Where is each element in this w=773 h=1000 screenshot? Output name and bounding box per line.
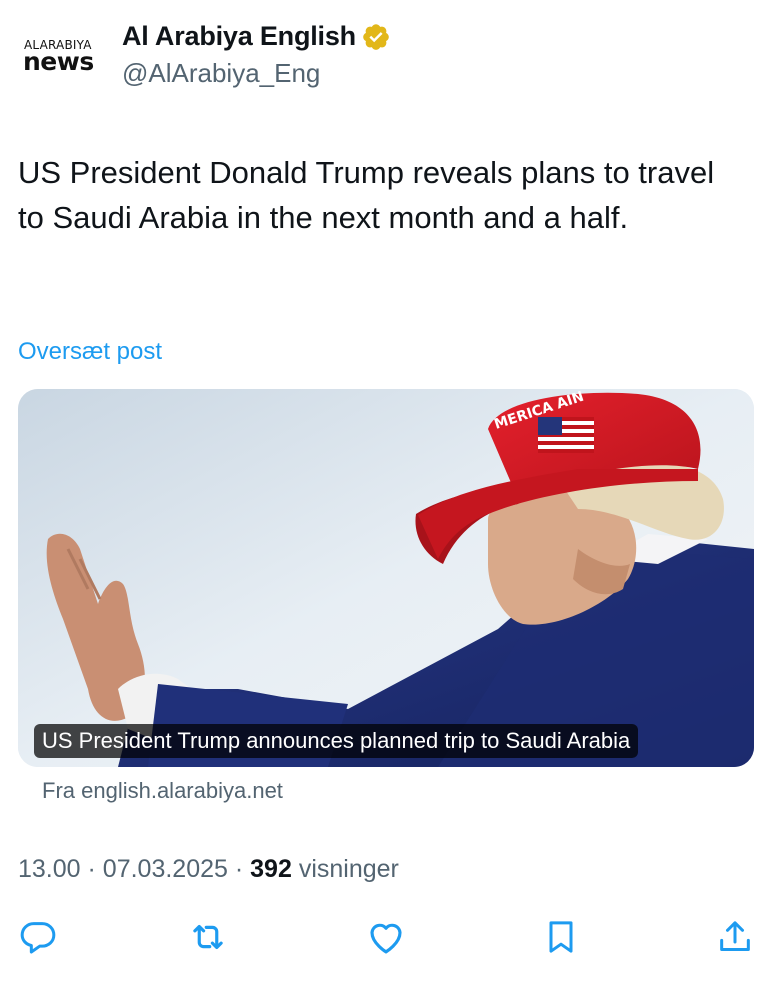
author-name-row: Al Arabiya English [122,21,391,52]
repost-button[interactable] [186,915,230,959]
like-icon [370,923,402,954]
action-bar [0,915,773,965]
logo-bottom-text: news [23,47,94,76]
share-icon [720,921,750,951]
bookmark-button[interactable] [539,915,583,959]
views-count[interactable]: 392 [250,855,292,883]
author-handle[interactable]: @AlArabiya_Eng [122,58,320,89]
post-date[interactable]: 07.03.2025 [103,855,228,883]
card-caption: US President Trump announces planned tri… [34,724,639,758]
share-button[interactable] [713,915,757,959]
meta-separator: · [87,855,96,883]
views-label: visninger [298,855,399,883]
card-image: MERICA AIN [18,389,754,767]
repost-icon [193,924,223,950]
account-avatar-logo[interactable]: ALARABIYA news [22,36,102,76]
link-card[interactable]: MERICA AIN US President Trump announces … [18,389,754,767]
like-button[interactable] [364,915,408,959]
post-time[interactable]: 13.00 [18,855,81,883]
post-meta: 13.00 · 07.03.2025 · 392 visninger [18,855,399,884]
reply-icon [20,922,56,954]
post-text: US President Donald Trump reveals plans … [18,155,715,235]
translate-post-link[interactable]: Oversæt post [18,338,162,366]
bookmark-icon [549,921,573,953]
author-display-name[interactable]: Al Arabiya English [122,21,356,52]
meta-separator: · [234,855,244,883]
verified-badge-icon[interactable] [361,22,391,52]
card-source[interactable]: Fra english.alarabiya.net [42,778,283,804]
reply-button[interactable] [16,915,60,959]
